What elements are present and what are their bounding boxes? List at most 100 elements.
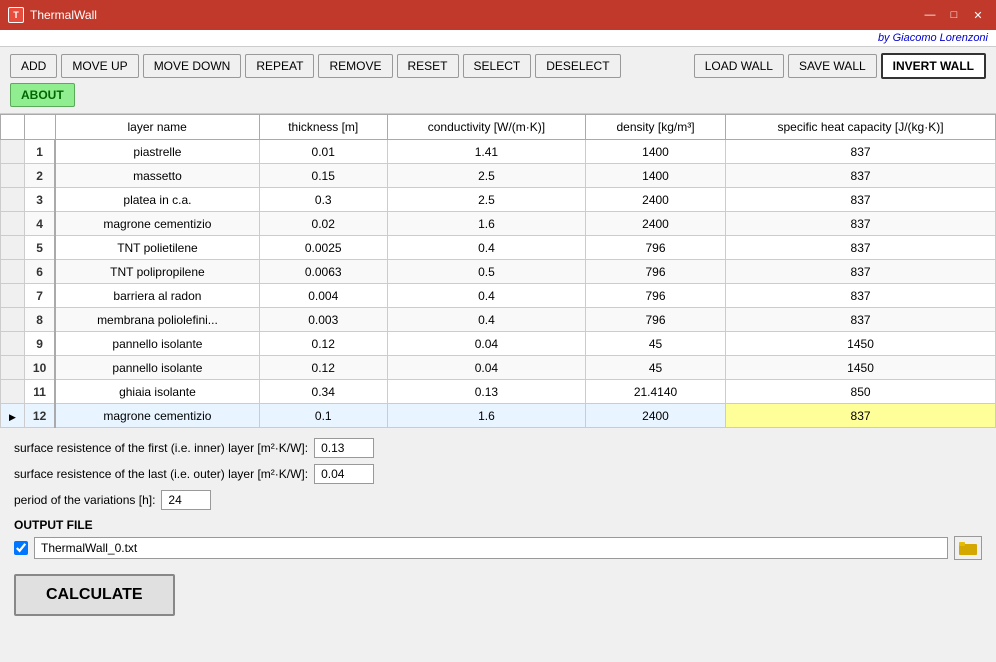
table-row[interactable]: 11ghiaia isolante0.340.1321.4140850 — [1, 380, 996, 404]
layer-heat-capacity[interactable]: 837 — [726, 308, 996, 332]
layer-conductivity[interactable]: 0.4 — [387, 308, 585, 332]
deselect-button[interactable]: DESELECT — [535, 54, 620, 78]
layer-conductivity[interactable]: 0.4 — [387, 236, 585, 260]
outer-resistance-input[interactable] — [314, 464, 374, 484]
layer-thickness[interactable]: 0.34 — [259, 380, 387, 404]
layer-density[interactable]: 796 — [585, 308, 725, 332]
layer-density[interactable]: 2400 — [585, 212, 725, 236]
table-row[interactable]: 10pannello isolante0.120.04451450 — [1, 356, 996, 380]
layer-conductivity[interactable]: 0.4 — [387, 284, 585, 308]
layer-name[interactable]: TNT polietilene — [55, 236, 259, 260]
layer-heat-capacity[interactable]: 837 — [726, 212, 996, 236]
layer-density[interactable]: 796 — [585, 260, 725, 284]
table-row[interactable]: ▶12magrone cementizio0.11.62400837 — [1, 404, 996, 428]
layer-thickness[interactable]: 0.0063 — [259, 260, 387, 284]
layer-density[interactable]: 2400 — [585, 188, 725, 212]
about-button[interactable]: ABOUT — [10, 83, 75, 107]
minimize-button[interactable]: — — [920, 6, 940, 24]
outer-resistance-label: surface resistence of the last (i.e. out… — [14, 467, 308, 481]
layer-heat-capacity[interactable]: 837 — [726, 260, 996, 284]
layer-conductivity[interactable]: 1.41 — [387, 140, 585, 164]
layer-heat-capacity[interactable]: 837 — [726, 188, 996, 212]
layer-conductivity[interactable]: 0.5 — [387, 260, 585, 284]
layer-name[interactable]: membrana poliolefini... — [55, 308, 259, 332]
inner-resistance-input[interactable] — [314, 438, 374, 458]
layer-name[interactable]: barriera al radon — [55, 284, 259, 308]
layer-heat-capacity[interactable]: 1450 — [726, 356, 996, 380]
layer-name[interactable]: magrone cementizio — [55, 212, 259, 236]
layer-density[interactable]: 2400 — [585, 404, 725, 428]
layer-name[interactable]: pannello isolante — [55, 356, 259, 380]
layer-density[interactable]: 45 — [585, 356, 725, 380]
invert-wall-button[interactable]: INVERT WALL — [881, 53, 986, 79]
browse-button[interactable] — [954, 536, 982, 560]
remove-button[interactable]: REMOVE — [318, 54, 392, 78]
layer-density[interactable]: 21.4140 — [585, 380, 725, 404]
repeat-button[interactable]: REPEAT — [245, 54, 314, 78]
output-checkbox[interactable] — [14, 541, 28, 555]
layer-name[interactable]: pannello isolante — [55, 332, 259, 356]
layer-conductivity[interactable]: 0.04 — [387, 332, 585, 356]
layer-conductivity[interactable]: 0.04 — [387, 356, 585, 380]
layer-heat-capacity[interactable]: 837 — [726, 164, 996, 188]
row-number: 2 — [24, 164, 55, 188]
reset-button[interactable]: RESET — [397, 54, 459, 78]
layer-heat-capacity[interactable]: 837 — [726, 284, 996, 308]
maximize-button[interactable]: □ — [944, 6, 964, 24]
save-wall-button[interactable]: SAVE WALL — [788, 54, 877, 78]
layer-thickness[interactable]: 0.01 — [259, 140, 387, 164]
layer-thickness[interactable]: 0.12 — [259, 356, 387, 380]
move-up-button[interactable]: MOVE UP — [61, 54, 138, 78]
layer-heat-capacity[interactable]: 837 — [726, 236, 996, 260]
close-button[interactable]: ✕ — [968, 6, 988, 24]
layer-heat-capacity[interactable]: 837 — [726, 140, 996, 164]
table-row[interactable]: 6TNT polipropilene0.00630.5796837 — [1, 260, 996, 284]
layer-name[interactable]: magrone cementizio — [55, 404, 259, 428]
row-number: 4 — [24, 212, 55, 236]
layer-density[interactable]: 1400 — [585, 140, 725, 164]
layer-name[interactable]: piastrelle — [55, 140, 259, 164]
layer-conductivity[interactable]: 1.6 — [387, 212, 585, 236]
layer-thickness[interactable]: 0.12 — [259, 332, 387, 356]
layer-density[interactable]: 45 — [585, 332, 725, 356]
layer-thickness[interactable]: 0.004 — [259, 284, 387, 308]
load-wall-button[interactable]: LOAD WALL — [694, 54, 784, 78]
period-input[interactable] — [161, 490, 211, 510]
select-button[interactable]: SELECT — [463, 54, 532, 78]
output-filename-input[interactable] — [34, 537, 948, 559]
row-number: 10 — [24, 356, 55, 380]
row-arrow-cell — [1, 140, 25, 164]
calculate-button[interactable]: CALCULATE — [14, 574, 175, 616]
layer-heat-capacity[interactable]: 837 — [726, 404, 996, 428]
move-down-button[interactable]: MOVE DOWN — [143, 54, 242, 78]
layer-thickness[interactable]: 0.1 — [259, 404, 387, 428]
layer-thickness[interactable]: 0.3 — [259, 188, 387, 212]
layer-thickness[interactable]: 0.0025 — [259, 236, 387, 260]
layer-thickness[interactable]: 0.02 — [259, 212, 387, 236]
layer-conductivity[interactable]: 2.5 — [387, 188, 585, 212]
folder-icon — [959, 541, 977, 555]
layer-heat-capacity[interactable]: 850 — [726, 380, 996, 404]
table-row[interactable]: 3platea in c.a.0.32.52400837 — [1, 188, 996, 212]
table-row[interactable]: 9pannello isolante0.120.04451450 — [1, 332, 996, 356]
table-row[interactable]: 5TNT polietilene0.00250.4796837 — [1, 236, 996, 260]
layer-conductivity[interactable]: 1.6 — [387, 404, 585, 428]
add-button[interactable]: ADD — [10, 54, 57, 78]
layer-thickness[interactable]: 0.15 — [259, 164, 387, 188]
table-row[interactable]: 8membrana poliolefini...0.0030.4796837 — [1, 308, 996, 332]
table-row[interactable]: 1piastrelle0.011.411400837 — [1, 140, 996, 164]
layer-name[interactable]: massetto — [55, 164, 259, 188]
table-row[interactable]: 2massetto0.152.51400837 — [1, 164, 996, 188]
layer-conductivity[interactable]: 2.5 — [387, 164, 585, 188]
layer-name[interactable]: TNT polipropilene — [55, 260, 259, 284]
layer-density[interactable]: 796 — [585, 236, 725, 260]
layer-heat-capacity[interactable]: 1450 — [726, 332, 996, 356]
layer-density[interactable]: 796 — [585, 284, 725, 308]
layer-thickness[interactable]: 0.003 — [259, 308, 387, 332]
layer-density[interactable]: 1400 — [585, 164, 725, 188]
table-row[interactable]: 4magrone cementizio0.021.62400837 — [1, 212, 996, 236]
layer-name[interactable]: ghiaia isolante — [55, 380, 259, 404]
table-row[interactable]: 7barriera al radon0.0040.4796837 — [1, 284, 996, 308]
layer-conductivity[interactable]: 0.13 — [387, 380, 585, 404]
layer-name[interactable]: platea in c.a. — [55, 188, 259, 212]
